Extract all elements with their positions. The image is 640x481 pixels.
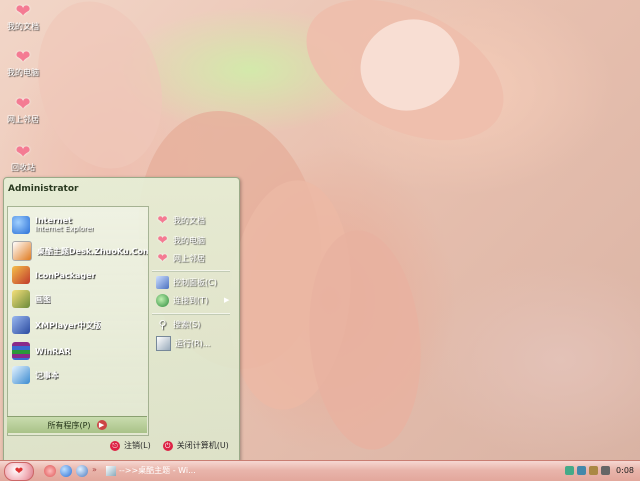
clock[interactable]: 0:08 <box>616 466 634 475</box>
place-label: 我的文档 <box>173 215 205 225</box>
menu-separator <box>152 313 230 315</box>
tray-icon[interactable] <box>589 466 599 475</box>
logoff-icon: ⎋ <box>110 440 120 451</box>
zhuoku-icon <box>12 241 32 261</box>
system-tray: 0:08 <box>560 463 638 478</box>
search-item[interactable]: ⚲ 搜索(S) <box>156 317 200 331</box>
quicklaunch-media-icon[interactable] <box>76 465 88 477</box>
heart-icon: ❤ <box>15 47 31 68</box>
xmplayer-icon <box>12 316 30 334</box>
taskbar-task[interactable]: -->>桌酷主题 - Wi... <box>106 463 204 478</box>
desktop-icon-label: 我的文档 <box>7 22 39 31</box>
heart-icon: ❤ <box>157 251 168 265</box>
all-programs-label: 所有程序(P) <box>47 420 91 430</box>
quicklaunch-ie-icon[interactable] <box>60 465 72 477</box>
menu-item-label: 控制面板(C) <box>173 277 217 287</box>
program-label: WinRAR <box>35 346 71 356</box>
program-zhuoku[interactable]: 桌酷主题Desk.ZhuoKu.Com <box>12 240 148 262</box>
desktop-icon-my-computer[interactable]: ❤ 我的电脑 <box>0 48 46 78</box>
heart-icon: ❤ <box>15 94 31 115</box>
quicklaunch-heart-icon[interactable] <box>44 465 56 477</box>
start-menu-footer: ⎋ 注销(L) ⏻ 关闭计算机(U) <box>110 440 241 451</box>
notepad-icon <box>12 366 30 384</box>
heart-icon: ❤ <box>157 233 168 247</box>
heart-icon: ❤ <box>157 213 168 227</box>
search-icon: ⚲ <box>158 317 167 331</box>
menu-item-label: 连接到(T) <box>173 295 209 305</box>
heart-icon: ❤ <box>15 1 31 22</box>
menu-item-label: 搜索(S) <box>173 319 201 329</box>
shutdown-label: 关闭计算机(U) <box>176 441 229 450</box>
paint-icon <box>12 290 30 308</box>
desktop-icon-recycle-bin[interactable]: ❤ 回收站 <box>0 143 46 173</box>
power-icon: ⏻ <box>162 440 173 451</box>
start-button[interactable]: ❤ <box>4 462 34 481</box>
quicklaunch-arrow-icon[interactable]: » <box>92 465 100 477</box>
iconpackager-icon <box>12 266 30 284</box>
menu-item-label: 运行(R)... <box>175 338 211 348</box>
program-label: 画图 <box>35 294 51 304</box>
program-label: 桌酷主题Desk.ZhuoKu.Com <box>37 246 148 256</box>
run-icon <box>156 335 171 351</box>
tray-icon[interactable] <box>577 466 587 475</box>
control-panel-icon <box>156 275 169 289</box>
desktop-icon-my-documents[interactable]: ❤ 我的文档 <box>0 2 46 32</box>
place-network[interactable]: ❤ 网上邻居 <box>156 251 205 265</box>
program-internet[interactable]: Internet Internet Explorer <box>12 214 148 236</box>
task-label: -->>桌酷主题 - Wi... <box>119 466 196 475</box>
desktop-icon-label: 我的电脑 <box>7 68 39 77</box>
ie-icon <box>12 216 30 234</box>
tray-icon[interactable] <box>601 466 611 475</box>
place-my-computer[interactable]: ❤ 我的电脑 <box>156 233 205 247</box>
program-paint[interactable]: 画图 <box>12 288 148 310</box>
program-label-sub: Internet Explorer <box>35 225 95 233</box>
program-label: Internet Internet Explorer <box>35 216 94 234</box>
submenu-arrow-icon: ▶ <box>224 296 230 304</box>
logoff-label: 注销(L) <box>124 441 151 450</box>
program-xmplayer[interactable]: XMPlayer中文版 <box>12 314 148 336</box>
all-programs-button[interactable]: 所有程序(P) ▶ <box>7 416 147 433</box>
winrar-icon <box>12 342 30 360</box>
program-winrar[interactable]: WinRAR <box>12 340 148 362</box>
desktop-icon-label: 网上邻居 <box>7 115 39 124</box>
window-icon <box>106 465 116 476</box>
program-label-main: Internet <box>35 216 72 225</box>
run-item[interactable]: 运行(R)... <box>156 335 211 351</box>
taskbar: ❤ » -->>桌酷主题 - Wi... 0:08 <box>0 460 640 481</box>
menu-separator <box>152 270 230 272</box>
program-label: 记事本 <box>35 370 59 380</box>
program-notepad[interactable]: 记事本 <box>12 364 148 386</box>
place-my-documents[interactable]: ❤ 我的文档 <box>156 213 205 227</box>
program-label: IconPackager <box>35 270 96 280</box>
connect-to-item[interactable]: 连接到(T) <box>156 293 208 307</box>
control-panel-item[interactable]: 控制面板(C) <box>156 275 217 289</box>
heart-icon: ❤ <box>15 142 31 163</box>
connect-icon <box>156 293 169 307</box>
tray-icon[interactable] <box>565 466 575 475</box>
desktop-icon-label: 回收站 <box>11 163 35 172</box>
heart-icon: ❤ <box>14 466 24 477</box>
program-label: XMPlayer中文版 <box>35 320 102 330</box>
place-label: 我的电脑 <box>173 235 205 245</box>
shutdown-button[interactable]: ⏻ 关闭计算机(U) <box>162 440 229 451</box>
desktop-icon-network[interactable]: ❤ 网上邻居 <box>0 95 46 125</box>
user-name: Administrator <box>8 184 79 194</box>
program-iconpackager[interactable]: IconPackager <box>12 264 148 286</box>
arrow-right-icon: ▶ <box>96 420 107 430</box>
logoff-button[interactable]: ⎋ 注销(L) <box>110 440 151 451</box>
place-label: 网上邻居 <box>173 253 205 263</box>
